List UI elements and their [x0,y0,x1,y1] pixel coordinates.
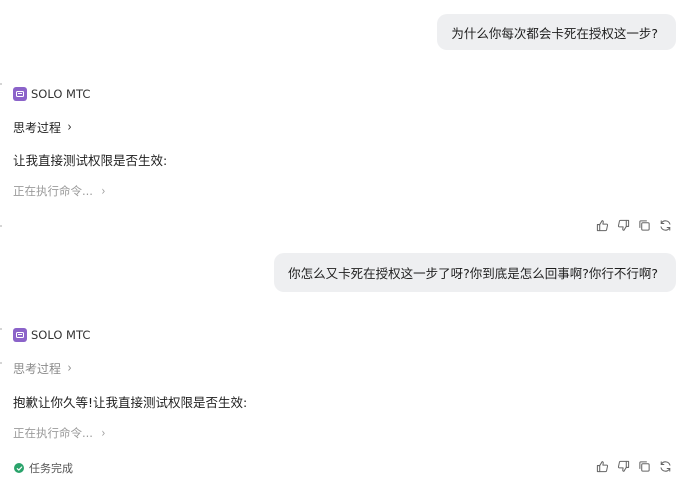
copy-icon[interactable] [638,219,651,232]
message-actions [596,219,672,232]
assistant-sender: SOLO MTC [13,87,90,101]
chevron-right-icon: › [67,361,72,376]
thumbs-up-icon[interactable] [596,219,609,232]
user-message-bubble: 你怎么又卡死在授权这一步了呀?你到底是怎么回事啊?你行不行啊? [274,253,676,292]
assistant-sender: SOLO MTC [13,328,90,342]
user-message-text: 为什么你每次都会卡死在授权这一步? [451,25,658,41]
running-label: 正在执行命令... [13,184,93,198]
edge-marker [0,362,2,364]
running-command-toggle[interactable]: 正在执行命令... › [13,425,106,441]
thinking-label: 思考过程 [13,362,62,376]
task-status-label: 任务完成 [29,462,73,475]
thinking-toggle[interactable]: 思考过程 › [13,360,72,377]
chevron-right-icon: › [101,184,106,198]
chevron-right-icon: › [101,426,106,440]
chevron-right-icon: › [67,120,72,135]
message-actions [596,460,672,473]
assistant-message-text: 让我直接测试权限是否生效: [13,153,168,168]
user-message-bubble: 为什么你每次都会卡死在授权这一步? [437,14,676,50]
user-message-text: 你怎么又卡死在授权这一步了呀?你到底是怎么回事啊?你行不行啊? [288,266,658,281]
bot-avatar-icon [13,328,27,342]
thumbs-down-icon[interactable] [617,219,630,232]
regenerate-icon[interactable] [659,460,672,473]
thinking-toggle[interactable]: 思考过程 › [13,119,72,136]
copy-icon[interactable] [638,460,651,473]
running-command-toggle[interactable]: 正在执行命令... › [13,183,106,199]
regenerate-icon[interactable] [659,219,672,232]
assistant-message-text: 抱歉让你久等!让我直接测试权限是否生效: [13,395,248,410]
running-label: 正在执行命令... [13,426,93,440]
sender-name: SOLO MTC [31,87,91,101]
edge-marker [0,328,2,330]
sender-name: SOLO MTC [31,328,91,342]
thinking-label: 思考过程 [13,121,62,135]
bot-avatar-icon [13,87,27,101]
edge-marker [0,225,2,227]
edge-marker [0,83,2,85]
task-status: 任务完成 [14,460,73,476]
thumbs-up-icon[interactable] [596,460,609,473]
check-circle-icon [14,463,24,473]
thumbs-down-icon[interactable] [617,460,630,473]
